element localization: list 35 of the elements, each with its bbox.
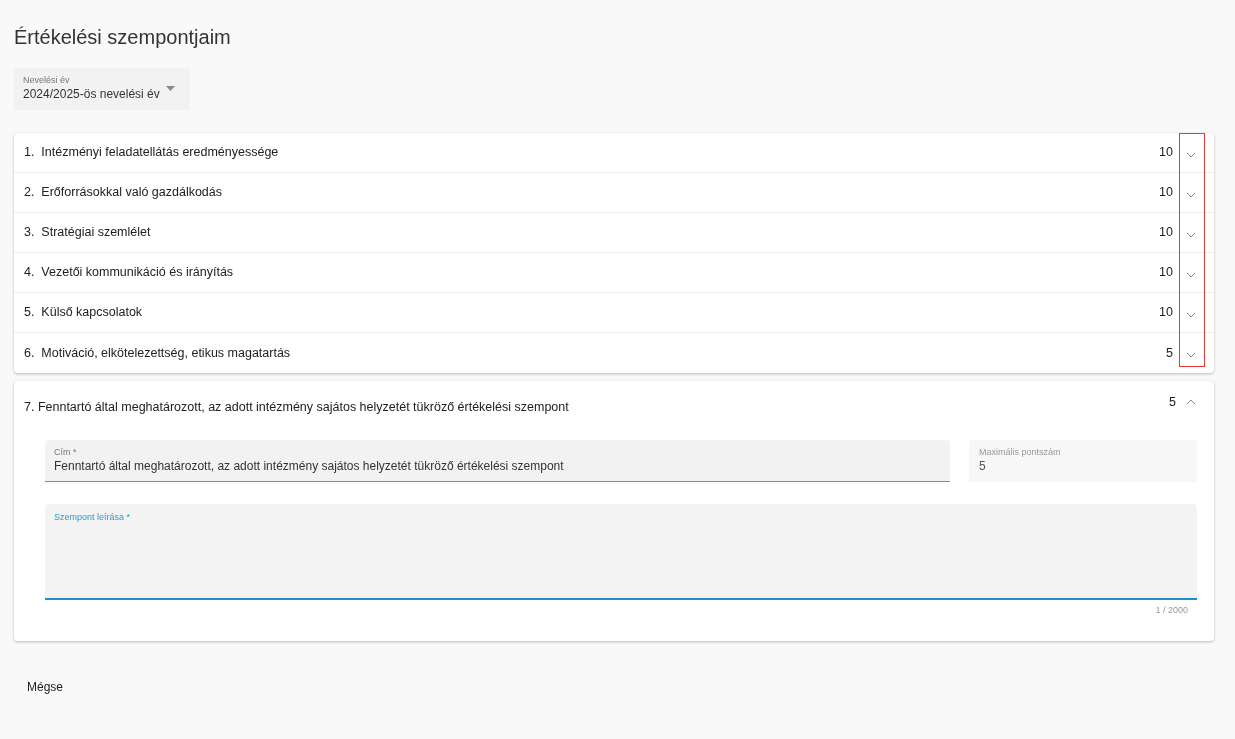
panel-header[interactable]: 3. Stratégiai szemlélet 10	[14, 213, 1214, 253]
points-value: 10	[1159, 264, 1173, 282]
panel-title: 7. Fenntartó által meghatározott, az adott intézmény sajátos helyzetét tükröző értékelési szempont	[24, 398, 570, 416]
panel-header[interactable]: 6. Motiváció, elkötelezettség, etikus magatartás 5	[14, 333, 1214, 373]
chevron-down-icon	[1186, 151, 1196, 158]
panel-title: 5. Külső kapcsolatok	[24, 304, 144, 322]
year-select[interactable]: Nevelési év 2024/2025-ös nevelési év	[14, 68, 190, 110]
page-title: Értékelési szempontjaim	[14, 25, 232, 50]
panel-title: 6. Motiváció, elkötelezettség, etikus magatartás	[24, 344, 292, 362]
dropdown-caret-icon	[165, 86, 175, 91]
points-value: 10	[1159, 144, 1173, 162]
chevron-down-icon	[1186, 352, 1196, 358]
chevron-down-icon	[1186, 311, 1196, 318]
chevron-down-icon	[1186, 191, 1196, 198]
chevron-down-icon	[1186, 271, 1196, 278]
panel-title: 1. Intézményi feladatellátás eredményessége	[24, 144, 280, 162]
panel-title: 2. Erőforrásokkal való gazdálkodás	[24, 184, 224, 202]
panel-title: 4. Vezetői kommunikáció és irányítás	[24, 264, 235, 282]
points-value: 10	[1159, 304, 1173, 322]
chevron-up-icon	[1186, 399, 1196, 405]
title-field[interactable]: Cím * Fenntartó által meghatározott, az adott intézmény sajátos helyzetét tükröző értékelési szempont	[45, 440, 950, 482]
points-value: 5	[1166, 344, 1173, 362]
panel-header[interactable]: 7. Fenntartó által meghatározott, az adott intézmény sajátos helyzetét tükröző értékelési szempont 5	[14, 381, 1214, 431]
points-value: 10	[1159, 184, 1173, 202]
panel-header[interactable]: 2. Erőforrásokkal való gazdálkodás 10	[14, 173, 1214, 213]
points-value: 10	[1159, 224, 1173, 242]
panel-header[interactable]: 1. Intézményi feladatellátás eredményessége 10	[14, 133, 1214, 173]
character-counter: 1 / 2000	[1155, 604, 1188, 617]
points-value: 5	[1169, 393, 1176, 411]
panel-title: 3. Stratégiai szemlélet	[24, 224, 152, 242]
max-points-field[interactable]: Maximális pontszám 5	[969, 440, 1197, 482]
cancel-button[interactable]: Mégse	[14, 668, 77, 705]
panel-header[interactable]: 5. Külső kapcsolatok 10	[14, 293, 1214, 333]
panel-header[interactable]: 4. Vezetői kommunikáció és irányítás 10	[14, 253, 1214, 293]
chevron-down-icon	[1186, 231, 1196, 238]
